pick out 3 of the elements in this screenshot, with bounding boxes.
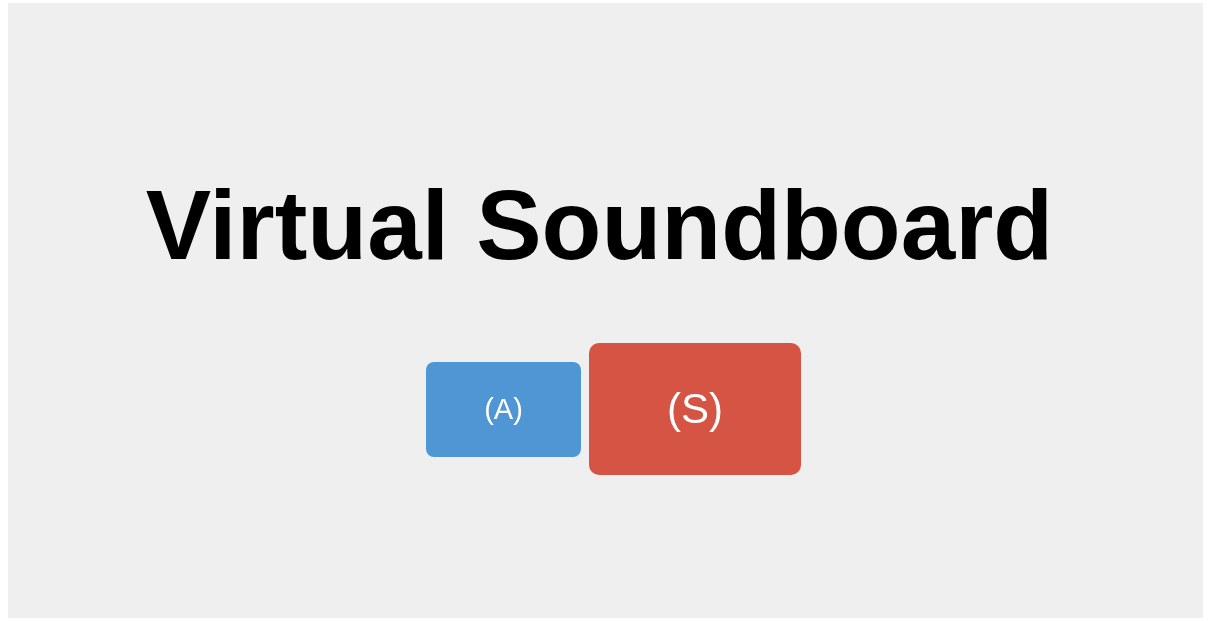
page-title: Virtual Soundboard <box>145 175 1054 275</box>
sound-pad-button[interactable]: (S) <box>589 343 801 475</box>
sound-pad-button[interactable]: (A) <box>426 361 581 457</box>
